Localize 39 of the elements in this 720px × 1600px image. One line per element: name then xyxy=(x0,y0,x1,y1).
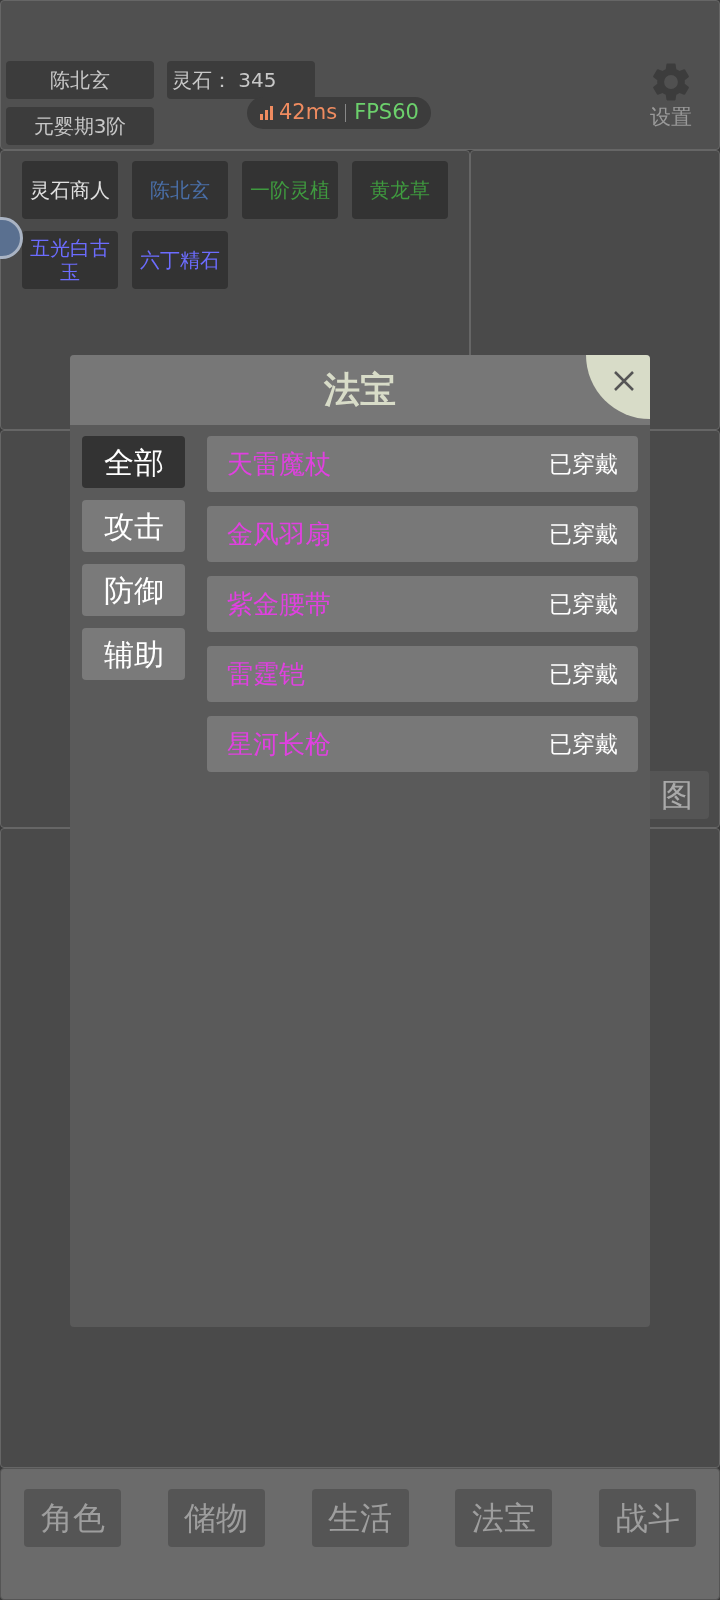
treasure-name: 星河长枪 xyxy=(227,727,331,761)
signal-icon xyxy=(259,105,275,121)
nav-tab[interactable]: 角色 xyxy=(24,1489,121,1547)
category-tab[interactable]: 攻击 xyxy=(82,500,185,552)
treasure-name: 雷霆铠 xyxy=(227,657,305,691)
category-tab[interactable]: 辅助 xyxy=(82,628,185,680)
equipped-status: 已穿戴 xyxy=(549,449,618,479)
item-chip[interactable]: 六丁精石 xyxy=(132,231,228,289)
player-name: 陈北玄 xyxy=(6,61,154,99)
treasure-row[interactable]: 天雷魔杖 已穿戴 xyxy=(207,436,638,492)
category-tab[interactable]: 全部 xyxy=(82,436,185,488)
item-chip[interactable]: 一阶灵植 xyxy=(242,161,338,219)
treasure-row[interactable]: 雷霆铠 已穿戴 xyxy=(207,646,638,702)
realm-level: 元婴期3阶 xyxy=(6,107,154,145)
item-chip[interactable]: 陈北玄 xyxy=(132,161,228,219)
equipped-status: 已穿戴 xyxy=(549,729,618,759)
nav-tab[interactable]: 战斗 xyxy=(599,1489,696,1547)
equipped-status: 已穿戴 xyxy=(549,659,618,689)
settings-button[interactable]: 设置 xyxy=(648,59,694,139)
close-icon xyxy=(612,369,636,393)
fps-text: FPS60 xyxy=(354,99,419,127)
treasure-name: 天雷魔杖 xyxy=(227,447,331,481)
treasure-row[interactable]: 金风羽扇 已穿戴 xyxy=(207,506,638,562)
treasure-name: 紫金腰带 xyxy=(227,587,331,621)
dialog-title: 法宝 xyxy=(324,368,396,412)
item-chip[interactable]: 五光白古玉 xyxy=(22,231,118,289)
treasure-row[interactable]: 星河长枪 已穿戴 xyxy=(207,716,638,772)
nav-tab[interactable]: 法宝 xyxy=(455,1489,553,1547)
equipped-status: 已穿戴 xyxy=(549,519,618,549)
treasure-row[interactable]: 紫金腰带 已穿戴 xyxy=(207,576,638,632)
category-tab[interactable]: 防御 xyxy=(82,564,185,616)
nav-tab[interactable]: 生活 xyxy=(311,1489,409,1547)
equipped-status: 已穿戴 xyxy=(549,589,618,619)
item-chip[interactable]: 黄龙草 xyxy=(352,161,448,219)
spirit-stone-counter: 灵石： 345 xyxy=(167,61,315,99)
item-chip[interactable]: 灵石商人 xyxy=(22,161,118,219)
latency-text: 42ms xyxy=(279,99,338,127)
nav-tab[interactable]: 储物 xyxy=(167,1489,265,1547)
treasure-name: 金风羽扇 xyxy=(227,517,331,551)
